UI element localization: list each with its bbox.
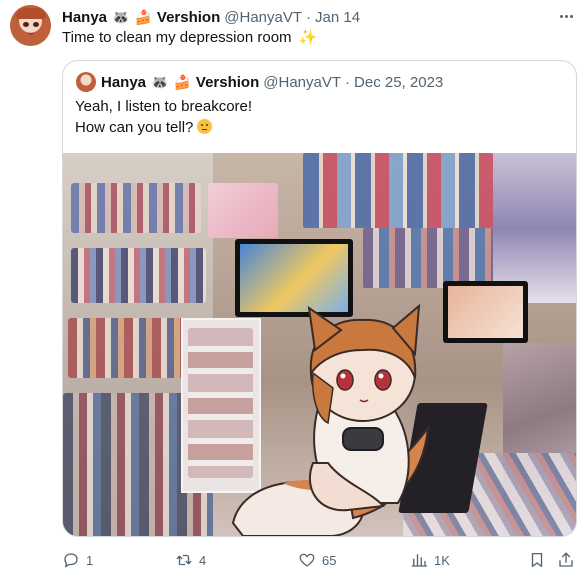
boxes-wall	[303, 153, 493, 228]
dot-icon	[559, 14, 563, 18]
quoted-tweet-header: Hanya 🦝 🍰 Vershion @HanyaVT · Dec 25, 20…	[101, 72, 443, 92]
views-button[interactable]: 1K	[410, 548, 450, 572]
poster	[208, 183, 278, 238]
quoted-tweet[interactable]: Hanya 🦝 🍰 Vershion @HanyaVT · Dec 25, 20…	[62, 60, 577, 537]
sparkles-emoji: ✨	[298, 29, 318, 46]
tweet-date[interactable]: Jan 14	[315, 9, 360, 26]
avatar-eye-left	[23, 22, 29, 27]
quoted-author-avatar[interactable]	[76, 72, 96, 92]
bookmark-button[interactable]	[528, 548, 552, 572]
view-count: 1K	[434, 552, 450, 568]
like-button[interactable]: 65	[298, 548, 336, 572]
figure-cluster	[71, 248, 206, 303]
quoted-tweet-date: Dec 25, 2023	[354, 73, 444, 91]
right-monitor	[443, 281, 528, 343]
dot-icon	[569, 14, 573, 18]
character-eye-left	[336, 369, 354, 391]
reply-button[interactable]: 1	[62, 548, 93, 572]
repost-icon	[176, 554, 192, 566]
avatar-hair	[16, 8, 46, 19]
quoted-author-name: Hanya	[101, 73, 147, 91]
header-separator: ·	[306, 8, 312, 26]
views-chart-icon	[411, 554, 428, 567]
tweet-header: Hanya 🦝 🍰 Vershion @HanyaVT · Jan 14	[62, 7, 360, 27]
repost-count: 4	[199, 552, 207, 568]
quoted-line-1: Yeah, I listen to breakcore!	[75, 98, 253, 115]
author-avatar[interactable]	[10, 5, 51, 46]
quoted-header-separator: ·	[345, 73, 351, 91]
thinking-face-icon	[197, 119, 213, 134]
share-button[interactable]	[557, 548, 581, 572]
author-name-suffix[interactable]: Vershion	[157, 9, 220, 26]
eye-shine-right	[378, 373, 384, 379]
raccoon-emoji: 🦝	[112, 9, 130, 25]
cake-emoji: 🍰	[134, 9, 152, 25]
reply-count: 1	[86, 552, 94, 568]
quoted-line-2: How can you tell?	[75, 119, 194, 136]
heart-icon	[299, 553, 315, 567]
eye-shine-left	[340, 373, 346, 379]
more-options-button[interactable]	[556, 7, 576, 25]
repost-button[interactable]: 4	[175, 548, 206, 572]
share-icon	[559, 552, 573, 567]
tweet-body: Time to clean my depression room	[62, 29, 292, 46]
reply-icon	[64, 553, 78, 568]
tweet-text: Time to clean my depression room ✨	[62, 28, 317, 48]
cake-emoji: 🍰	[173, 74, 191, 90]
avatar-mouth	[28, 32, 34, 35]
character-drawing	[231, 303, 430, 536]
like-count: 65	[322, 552, 337, 568]
figure-cluster	[71, 183, 201, 233]
raccoon-emoji: 🦝	[151, 74, 169, 90]
dot-icon	[564, 14, 568, 18]
quoted-author-handle: @HanyaVT	[263, 73, 342, 91]
game-controller	[342, 427, 384, 451]
tweet[interactable]: Hanya 🦝 🍰 Vershion @HanyaVT · Jan 14 Tim…	[0, 0, 588, 578]
author-name[interactable]: Hanya	[62, 9, 107, 26]
character-eye-right	[374, 369, 392, 391]
right-monitor-screen	[448, 286, 523, 338]
quoted-tweet-text: Yeah, I listen to breakcore! How can you…	[75, 96, 252, 138]
quoted-tweet-image[interactable]	[63, 153, 576, 536]
bookmark-icon	[531, 552, 543, 568]
avatar-eye-right	[33, 22, 39, 27]
quoted-author-name-suffix: Vershion	[195, 73, 260, 91]
author-handle[interactable]: @HanyaVT	[224, 9, 302, 26]
tweet-actions: 1 4 65 1K	[62, 548, 577, 572]
quoted-line-2-row: How can you tell?	[75, 117, 252, 138]
